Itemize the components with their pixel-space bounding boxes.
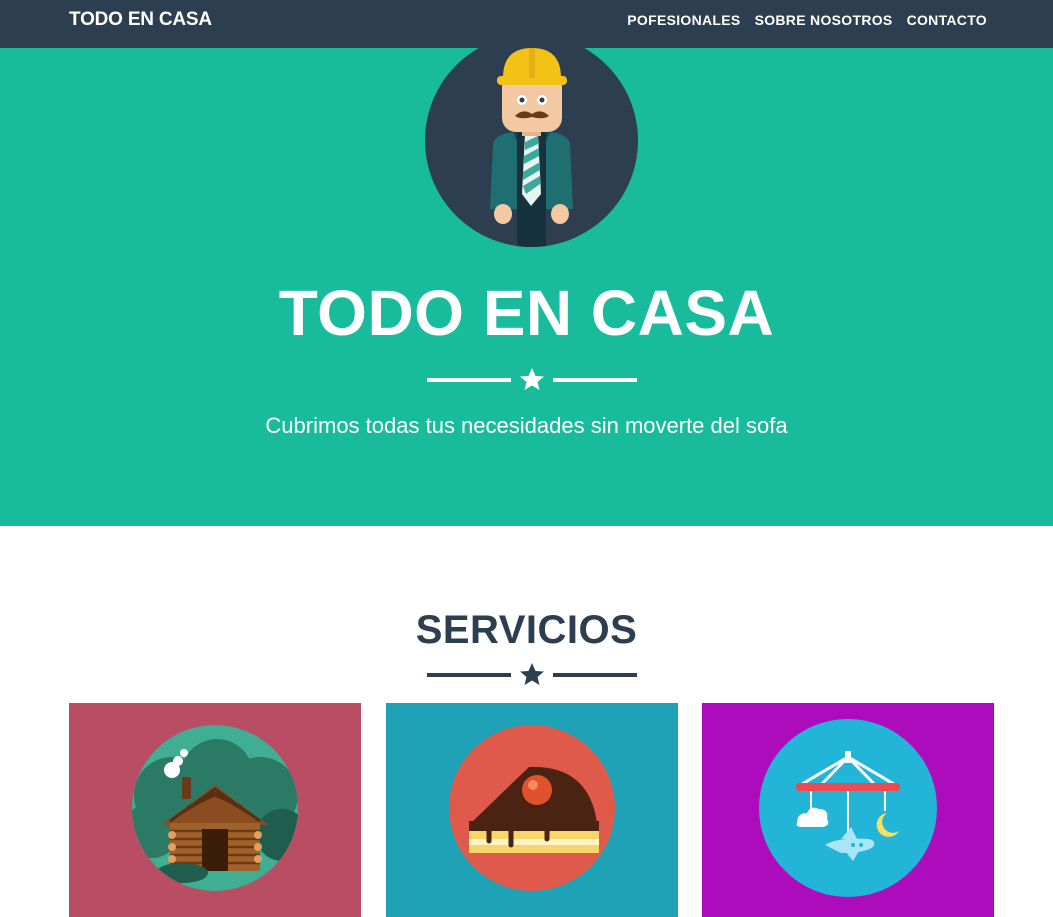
nav-link-contacto[interactable]: CONTACTO [907, 11, 987, 29]
log-cabin-icon [132, 725, 298, 891]
nav-link-profesionales[interactable]: POFESIONALES [627, 11, 740, 29]
nav-links: POFESIONALES SOBRE NOSOTROS CONTACTO [627, 11, 987, 29]
service-card-cabin[interactable] [69, 703, 361, 917]
service-card-baby-mobile[interactable] [702, 703, 994, 917]
services-title: SERVICIOS [415, 608, 638, 652]
nav-link-sobre-nosotros[interactable]: SOBRE NOSOTROS [755, 11, 893, 29]
star-icon [520, 663, 544, 685]
construction-worker-icon [425, 34, 638, 247]
navbar: TODO EN CASA POFESIONALES SOBRE NOSOTROS… [0, 0, 1053, 48]
service-card-cake[interactable] [386, 703, 678, 917]
hero-subtitle: Cubrimos todas tus necesidades sin mover… [265, 413, 788, 438]
baby-mobile-icon [759, 719, 937, 897]
services-star-divider [427, 663, 637, 685]
brand-link[interactable]: TODO EN CASA [69, 9, 212, 31]
cake-slice-icon [449, 725, 615, 891]
hero-title: TODO EN CASA [278, 277, 775, 349]
hero-section: TODO EN CASA Cubrimos todas tus necesida… [0, 34, 1053, 526]
star-icon [520, 368, 544, 390]
star-divider [427, 368, 637, 390]
